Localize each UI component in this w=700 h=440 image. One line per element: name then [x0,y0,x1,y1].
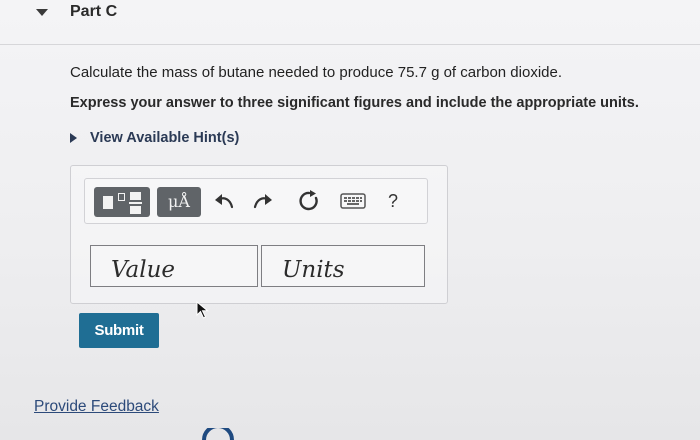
answer-instruction: Express your answer to three significant… [70,95,639,111]
part-header[interactable]: Part C [36,0,117,24]
reset-icon[interactable] [297,189,321,213]
keyboard-icon[interactable] [340,193,366,209]
submit-button[interactable]: Submit [79,313,159,348]
collapse-caret-icon[interactable] [36,8,48,16]
math-toolbar: μÅ ? [84,178,428,224]
undo-icon[interactable] [212,190,236,212]
template-numerator [130,192,141,200]
expand-caret-icon [70,133,77,143]
templates-icon [103,196,113,209]
redo-icon[interactable] [251,190,275,212]
help-button[interactable]: ? [388,187,398,215]
view-hints-toggle[interactable]: View Available Hint(s) [70,130,239,146]
template-small-box [118,193,125,201]
question-text: Calculate the mass of butane needed to p… [70,64,563,81]
units-button[interactable]: μÅ [157,187,201,217]
template-denominator [130,206,141,214]
section-divider [0,44,700,45]
partial-circle-icon [202,428,234,440]
provide-feedback-link[interactable]: Provide Feedback [34,398,159,416]
value-input[interactable] [90,245,258,287]
units-input[interactable] [261,245,425,287]
view-hints-label: View Available Hint(s) [90,130,240,146]
part-title: Part C [70,3,118,20]
mouse-cursor-icon [196,301,209,319]
template-fraction-bar [129,202,142,204]
templates-button[interactable] [94,187,150,217]
